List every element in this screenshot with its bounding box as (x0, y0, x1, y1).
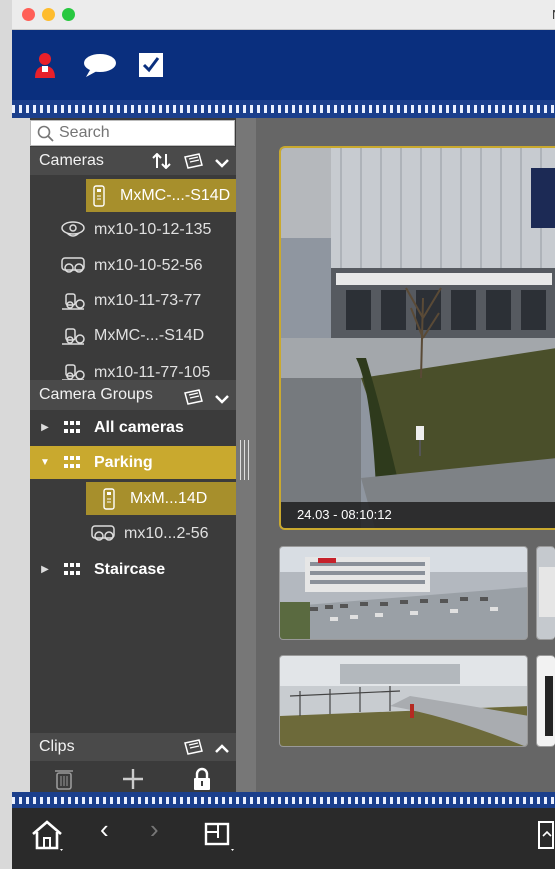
group-item-staircase[interactable]: ▶ Staircase (30, 553, 236, 586)
expand-arrow-icon[interactable]: ▶ (40, 564, 50, 575)
chevron-up-icon[interactable] (214, 737, 230, 765)
group-label: All cameras (94, 418, 184, 436)
camera-list-item[interactable]: mx10-11-77-105 (60, 356, 236, 380)
camera-list-item[interactable]: mx10-11-73-77 (60, 284, 236, 317)
group-camera-item[interactable]: MxM...14D (86, 482, 236, 515)
camera-label: MxMC-...-S14D (94, 326, 205, 344)
door-station-icon (96, 487, 122, 511)
minimize-window-button[interactable] (42, 8, 55, 21)
bottom-navigation-bar: ‹ › (12, 792, 555, 869)
camera-label: mx10...2-56 (124, 524, 209, 542)
user-icon[interactable] (30, 50, 60, 80)
bullet-camera-icon (60, 289, 86, 313)
camera-feed-image (281, 148, 555, 528)
search-box (30, 120, 235, 146)
checklist-icon[interactable] (136, 50, 166, 80)
grid-icon (64, 455, 80, 470)
chat-icon[interactable] (80, 50, 120, 80)
bottom-divider-strip (12, 792, 555, 808)
cameras-section-header[interactable]: Cameras (30, 147, 236, 175)
previous-button[interactable]: ‹ (100, 814, 109, 845)
sort-icon[interactable] (152, 151, 172, 179)
camera-label: MxMC-...-S14D (120, 186, 231, 204)
camera-label: MxM...14D (130, 489, 208, 507)
cameras-header-label: Cameras (39, 152, 104, 169)
grid-icon (64, 420, 80, 435)
collapse-arrow-icon[interactable]: ▼ (40, 457, 50, 468)
splitter-grip-icon[interactable] (240, 440, 252, 480)
group-item-all-cameras[interactable]: ▶ All cameras (30, 411, 236, 444)
clips-header-label: Clips (39, 738, 75, 755)
notes-icon[interactable] (182, 151, 204, 179)
dual-lens-camera-icon (60, 254, 86, 278)
group-label: Staircase (94, 560, 166, 578)
top-divider-strip (12, 100, 555, 118)
layout-icon[interactable] (202, 818, 236, 852)
export-icon[interactable] (537, 818, 555, 852)
thumbnail-image (280, 547, 527, 639)
camera-list-item[interactable]: MxMC-...-S14D (60, 319, 236, 352)
thumbnail-image (537, 656, 555, 746)
main-camera-view[interactable]: 24.03 - 08:10:12 (279, 146, 555, 530)
zoom-window-button[interactable] (62, 8, 75, 21)
group-item-parking[interactable]: ▼ Parking (30, 446, 236, 479)
camera-groups-header-label: Camera Groups (39, 386, 153, 403)
group-label: Parking (94, 453, 153, 471)
camera-label: mx10-10-52-56 (94, 256, 203, 274)
camera-label: mx10-10-12-135 (94, 220, 212, 238)
search-icon (37, 125, 54, 147)
camera-list-item[interactable]: mx10-10-12-135 (60, 213, 236, 246)
thumbnail-image (280, 656, 527, 746)
group-camera-item[interactable]: mx10...2-56 (90, 517, 236, 550)
camera-thumbnail-partial[interactable] (536, 655, 555, 747)
notes-icon[interactable] (182, 737, 204, 765)
camera-label: mx10-11-73-77 (94, 291, 202, 309)
expand-arrow-icon[interactable]: ▶ (40, 422, 50, 433)
chevron-down-icon[interactable] (214, 151, 230, 179)
camera-list-item[interactable]: MxMC-...-S14D (86, 179, 236, 212)
close-window-button[interactable] (22, 8, 35, 21)
clips-section-header[interactable]: Clips (30, 733, 236, 761)
door-station-icon (86, 184, 112, 208)
home-icon[interactable] (30, 818, 64, 852)
camera-thumbnail-gate[interactable] (279, 655, 528, 747)
grid-icon (64, 562, 80, 577)
camera-thumbnail-partial[interactable] (536, 546, 555, 640)
timestamp-bar: 24.03 - 08:10:12 (281, 502, 555, 528)
next-button[interactable]: › (150, 814, 159, 845)
window-titlebar: N (12, 0, 555, 30)
camera-label: mx10-11-77-105 (94, 364, 211, 380)
thumbnail-image (537, 547, 555, 639)
dual-lens-camera-icon (90, 522, 116, 546)
timestamp: 24.03 - 08:10:12 (297, 507, 392, 522)
search-input[interactable] (59, 121, 229, 145)
bullet-camera-icon (60, 360, 86, 380)
camera-groups-section-header[interactable]: Camera Groups (30, 380, 236, 410)
camera-thumbnail-parking-lot[interactable] (279, 546, 528, 640)
camera-list-item[interactable]: mx10-10-52-56 (60, 249, 236, 282)
bullet-camera-icon (60, 324, 86, 348)
dome-camera-icon (60, 218, 86, 242)
main-toolbar (12, 30, 555, 100)
